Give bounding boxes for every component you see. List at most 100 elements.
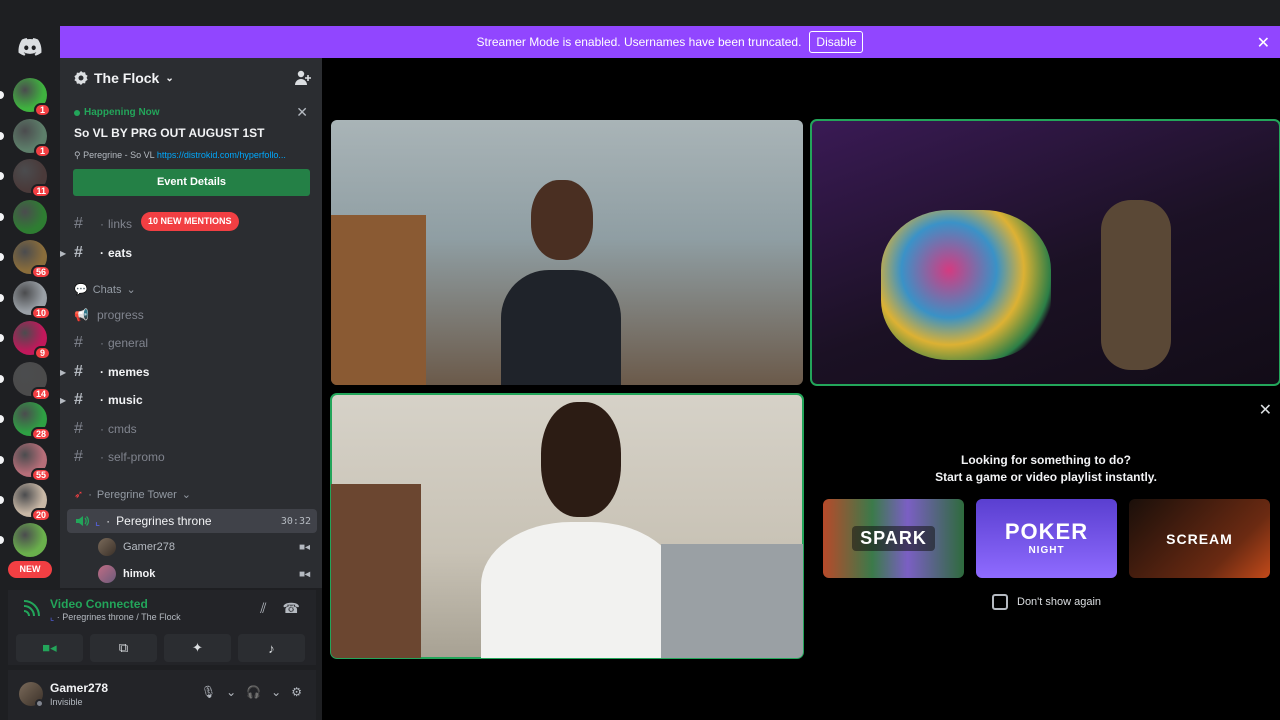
speech-bubble-icon: 💬 [74, 284, 88, 296]
server-icon[interactable]: 1 [13, 78, 51, 117]
channel-bird-icon: ⌞ [50, 612, 55, 622]
channel-links[interactable]: # · links [74, 213, 132, 235]
discord-window: 1 1 11 56 10 9 14 28 55 20 NEW Streamer Mode is e… [0, 0, 1280, 720]
server-icon[interactable]: 11 [13, 159, 51, 198]
server-icon[interactable]: 20 [13, 483, 51, 522]
channel-cmds[interactable]: # · cmds [74, 418, 137, 440]
channel-progress[interactable]: 📢 progress [74, 304, 144, 326]
collapsed-thread-arrow-icon[interactable]: ▶ [60, 368, 66, 377]
location-pin-icon: ⚲ [74, 150, 81, 160]
unread-pill [0, 375, 4, 383]
guild-badge-icon [74, 71, 88, 85]
soundboard-icon: ♪ [268, 640, 275, 656]
chevron-down-icon: ⌄ [126, 284, 136, 296]
voice-status-title[interactable]: Video Connected [50, 597, 148, 611]
video-tile-participant-2[interactable] [810, 119, 1280, 386]
noise-suppression-icon[interactable]: ⫽ [260, 600, 266, 617]
server-icon[interactable]: 14 [13, 362, 51, 401]
channel-memes[interactable]: # · memes [74, 361, 149, 383]
disconnect-icon[interactable]: ☎ [283, 600, 300, 617]
hash-icon: # [74, 334, 83, 351]
event-details-button[interactable]: Event Details [73, 169, 310, 196]
hash-icon: # [74, 420, 83, 437]
close-icon[interactable]: ✕ [1257, 33, 1270, 53]
video-camera-icon: ■◂ [298, 541, 310, 553]
bed [661, 544, 803, 658]
status-indicator [35, 699, 44, 708]
avatar [98, 565, 116, 583]
collapsed-thread-arrow-icon[interactable]: ▶ [60, 396, 66, 405]
headphones-icon[interactable]: 🎧 [246, 685, 261, 699]
event-title: So VL BY PRG OUT AUGUST 1ST [74, 126, 265, 140]
guild-header[interactable]: The Flock ⌄ [74, 70, 174, 86]
video-camera-icon: ■◂ [298, 568, 310, 580]
server-icon[interactable]: 56 [13, 240, 51, 279]
voice-channel-peregrines-throne[interactable]: ⌞ · Peregrines throne 30:32 [67, 509, 317, 533]
user-controls: 🎙 ⌄ 🎧 ⌄ ⚙ [201, 685, 302, 699]
screen-share-icon: ⧉ [118, 640, 129, 655]
chevron-down-icon[interactable]: ⌄ [271, 685, 281, 699]
unread-pill [0, 415, 4, 423]
activity-card-scream[interactable]: SCREAM [1129, 499, 1270, 578]
channel-general[interactable]: # · general [74, 332, 148, 354]
voice-status-subtitle[interactable]: ⌞ · Peregrines throne / The Flock [50, 612, 181, 623]
connection-signal-icon[interactable] [22, 600, 40, 618]
category-peregrine-tower[interactable]: ➶ · Peregrine Tower ⌄ [74, 488, 192, 502]
invite-people-icon[interactable] [294, 70, 312, 86]
screen-share-button[interactable]: ⧉ [90, 634, 157, 662]
unread-badge: 28 [30, 427, 51, 441]
new-unreads-pill[interactable]: NEW [8, 561, 52, 578]
username[interactable]: Gamer278 [50, 681, 108, 695]
dismiss-event-icon[interactable]: ✕ [296, 104, 308, 121]
unread-badge: 20 [30, 508, 51, 522]
rocket-icon: ✦ [192, 640, 203, 655]
server-icon[interactable]: 10 [13, 281, 51, 320]
server-icon[interactable] [13, 200, 47, 234]
close-icon[interactable]: ✕ [1259, 400, 1272, 420]
checkbox[interactable] [992, 594, 1008, 610]
chevron-down-icon[interactable]: ⌄ [226, 685, 236, 699]
hash-icon: # [74, 244, 83, 261]
collapsed-thread-arrow-icon[interactable]: ▶ [60, 249, 66, 258]
microphone-icon[interactable]: 🎙 [201, 685, 216, 699]
voice-user-gamer278[interactable]: Gamer278 ■◂ [98, 536, 310, 558]
new-mentions-pill[interactable]: 10 NEW MENTIONS [141, 212, 239, 231]
soundboard-button[interactable]: ♪ [238, 634, 305, 662]
guild-name: The Flock [94, 70, 160, 86]
chevron-down-icon: ⌄ [181, 489, 192, 501]
server-icon[interactable]: 9 [13, 321, 51, 360]
channel-eats[interactable]: # · eats [74, 242, 132, 264]
unread-pill [0, 294, 4, 302]
live-dot-icon [74, 109, 80, 116]
event-link[interactable]: https://distrokid.com/hyperfollo... [157, 150, 286, 160]
gear-icon[interactable]: ⚙ [291, 685, 302, 699]
person-silhouette [481, 402, 681, 658]
avatar [98, 538, 116, 556]
unread-pill [0, 496, 4, 504]
server-icon[interactable] [13, 523, 47, 557]
camera-button[interactable]: ■◂ [16, 634, 83, 662]
discord-logo-icon[interactable] [18, 38, 42, 56]
channel-self-promo[interactable]: # · self-promo [74, 446, 165, 468]
unread-pill [0, 536, 4, 544]
speaker-icon [76, 516, 89, 526]
bird-icon: ➶ [74, 489, 84, 501]
channel-music[interactable]: # · music [74, 389, 143, 411]
activity-card-spark[interactable]: SPARK [823, 499, 964, 578]
video-tile-participant-1[interactable] [331, 120, 803, 385]
video-tile-participant-3[interactable] [330, 393, 804, 659]
voice-user-himok[interactable]: himok ■◂ [98, 563, 310, 585]
server-icon[interactable]: 28 [13, 402, 51, 441]
chair [1101, 200, 1171, 370]
unread-pill [0, 213, 4, 221]
server-icon[interactable]: 1 [13, 119, 51, 158]
activities-button[interactable]: ✦ [164, 634, 231, 662]
category-chats[interactable]: 💬 Chats ⌄ [74, 283, 136, 297]
streamer-mode-banner: Streamer Mode is enabled. Usernames have… [60, 26, 1280, 58]
voice-timer: 30:32 [280, 515, 311, 527]
activity-card-poker-night[interactable]: POKER NIGHT [976, 499, 1117, 578]
person-silhouette [501, 180, 621, 385]
disable-streamer-mode-button[interactable]: Disable [809, 31, 864, 53]
dont-show-again[interactable]: Don't show again [992, 594, 1101, 610]
server-icon[interactable]: 55 [13, 443, 51, 482]
